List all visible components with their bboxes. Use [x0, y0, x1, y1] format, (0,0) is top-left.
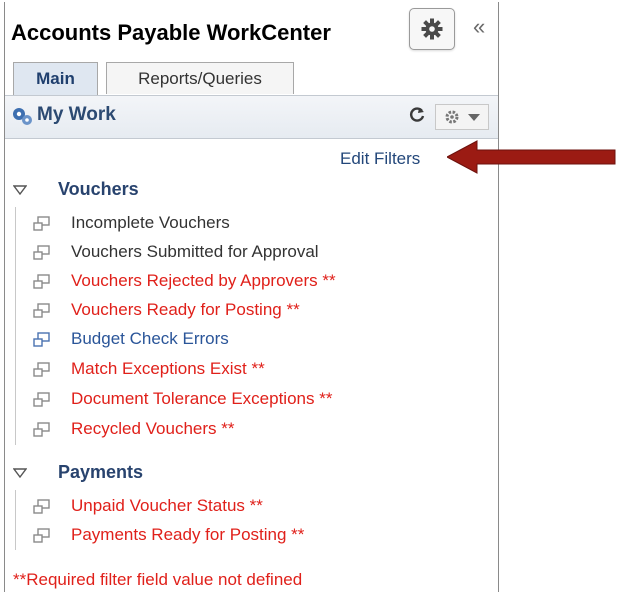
item-label: Vouchers Submitted for Approval	[71, 242, 319, 261]
item-label: Match Exceptions Exist **	[71, 359, 265, 378]
item-label: Budget Check Errors	[71, 329, 229, 348]
tab-reports-queries[interactable]: Reports/Queries	[106, 62, 294, 94]
my-work-gears-icon	[13, 108, 32, 125]
item-label: Vouchers Rejected by Approvers **	[71, 271, 336, 290]
collapse-icon[interactable]: «	[473, 16, 485, 38]
item-label: Vouchers Ready for Posting **	[71, 300, 300, 319]
pagelet-icon	[33, 392, 50, 407]
my-work-header[interactable]: My Work	[5, 95, 498, 139]
gear-icon	[445, 110, 459, 124]
item-label: Incomplete Vouchers	[71, 213, 230, 232]
pagelet-icon	[33, 216, 50, 231]
chevron-down-icon	[468, 114, 480, 121]
pagelet-icon	[33, 274, 50, 289]
workcenter-panel: Accounts Payable WorkCenter « Main Repor…	[4, 2, 499, 592]
pagelet-icon	[33, 362, 50, 377]
required-filter-footnote: **Required filter field value not define…	[13, 570, 303, 589]
edit-filters-link[interactable]: Edit Filters	[340, 149, 420, 169]
tree-line	[15, 207, 16, 445]
section-vouchers-label: Vouchers	[58, 179, 139, 199]
gear-icon	[421, 18, 443, 40]
pagelet-icon	[33, 332, 50, 347]
tree-line	[15, 490, 16, 550]
my-work-actions-menu[interactable]	[435, 104, 489, 130]
item-label: Payments Ready for Posting **	[71, 525, 305, 544]
expanded-triangle-icon	[13, 185, 27, 195]
tab-main[interactable]: Main	[13, 62, 98, 95]
refresh-icon[interactable]	[408, 106, 426, 124]
item-label: Document Tolerance Exceptions **	[71, 389, 333, 408]
workcenter-title-bar: Accounts Payable WorkCenter «	[5, 2, 498, 60]
expanded-triangle-icon	[13, 468, 27, 478]
item-label: Recycled Vouchers **	[71, 419, 235, 438]
section-payments-label: Payments	[58, 462, 144, 482]
my-work-title: My Work	[37, 104, 116, 125]
pagelet-icon	[33, 245, 50, 260]
pagelet-icon	[33, 499, 50, 514]
workcenter-settings-button[interactable]	[409, 8, 455, 50]
pagelet-icon	[33, 528, 50, 543]
annotation-arrow	[447, 140, 616, 174]
pagelet-icon	[33, 303, 50, 318]
item-label: Unpaid Voucher Status **	[71, 496, 263, 515]
pagelet-icon	[33, 422, 50, 437]
workcenter-title: Accounts Payable WorkCenter	[11, 20, 331, 45]
